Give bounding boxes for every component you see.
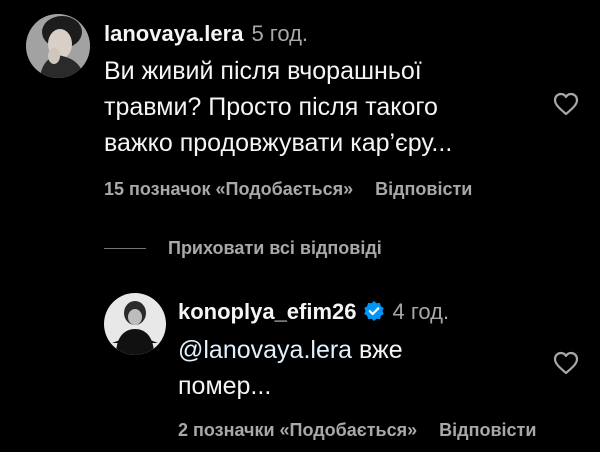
heart-outline-icon: [553, 351, 579, 375]
hide-replies-label: Приховати всі відповіді: [168, 237, 382, 258]
likes-count[interactable]: 2 позначки «Подобається»: [178, 420, 417, 440]
timestamp: 4 год.: [392, 299, 450, 324]
avatar[interactable]: [26, 14, 90, 78]
like-button[interactable]: [553, 351, 579, 380]
avatar-photo: [26, 14, 90, 78]
reply-button[interactable]: Відповісти: [375, 179, 472, 199]
reply-actions: 2 позначки «Подобається» Відповісти: [178, 418, 536, 442]
comment-header: lanovaya.lera 5 год.: [104, 20, 308, 48]
likes-count[interactable]: 15 позначок «Подобається»: [104, 179, 353, 199]
heart-outline-icon: [553, 92, 579, 116]
timestamp: 5 год.: [251, 21, 309, 46]
comment-text: Ви живий після вчорашньої травми? Просто…: [104, 57, 453, 157]
avatar[interactable]: [104, 293, 166, 355]
avatar-photo: [104, 293, 166, 355]
reply-text: @lanovaya.lera вже помер...: [178, 332, 403, 404]
comment-actions: 15 позначок «Подобається» Відповісти: [104, 177, 472, 201]
mention-link[interactable]: @lanovaya.lera: [178, 336, 352, 364]
username[interactable]: konoplya_efim26: [178, 299, 357, 324]
verified-badge-icon: [363, 300, 385, 329]
reply-header: konoplya_efim26 4 год.: [178, 298, 449, 329]
hide-replies-toggle[interactable]: Приховати всі відповіді: [104, 234, 382, 262]
divider-line: [104, 247, 146, 249]
like-button[interactable]: [553, 92, 579, 121]
reply-button[interactable]: Відповісти: [439, 420, 536, 440]
username[interactable]: lanovaya.lera: [104, 21, 243, 46]
